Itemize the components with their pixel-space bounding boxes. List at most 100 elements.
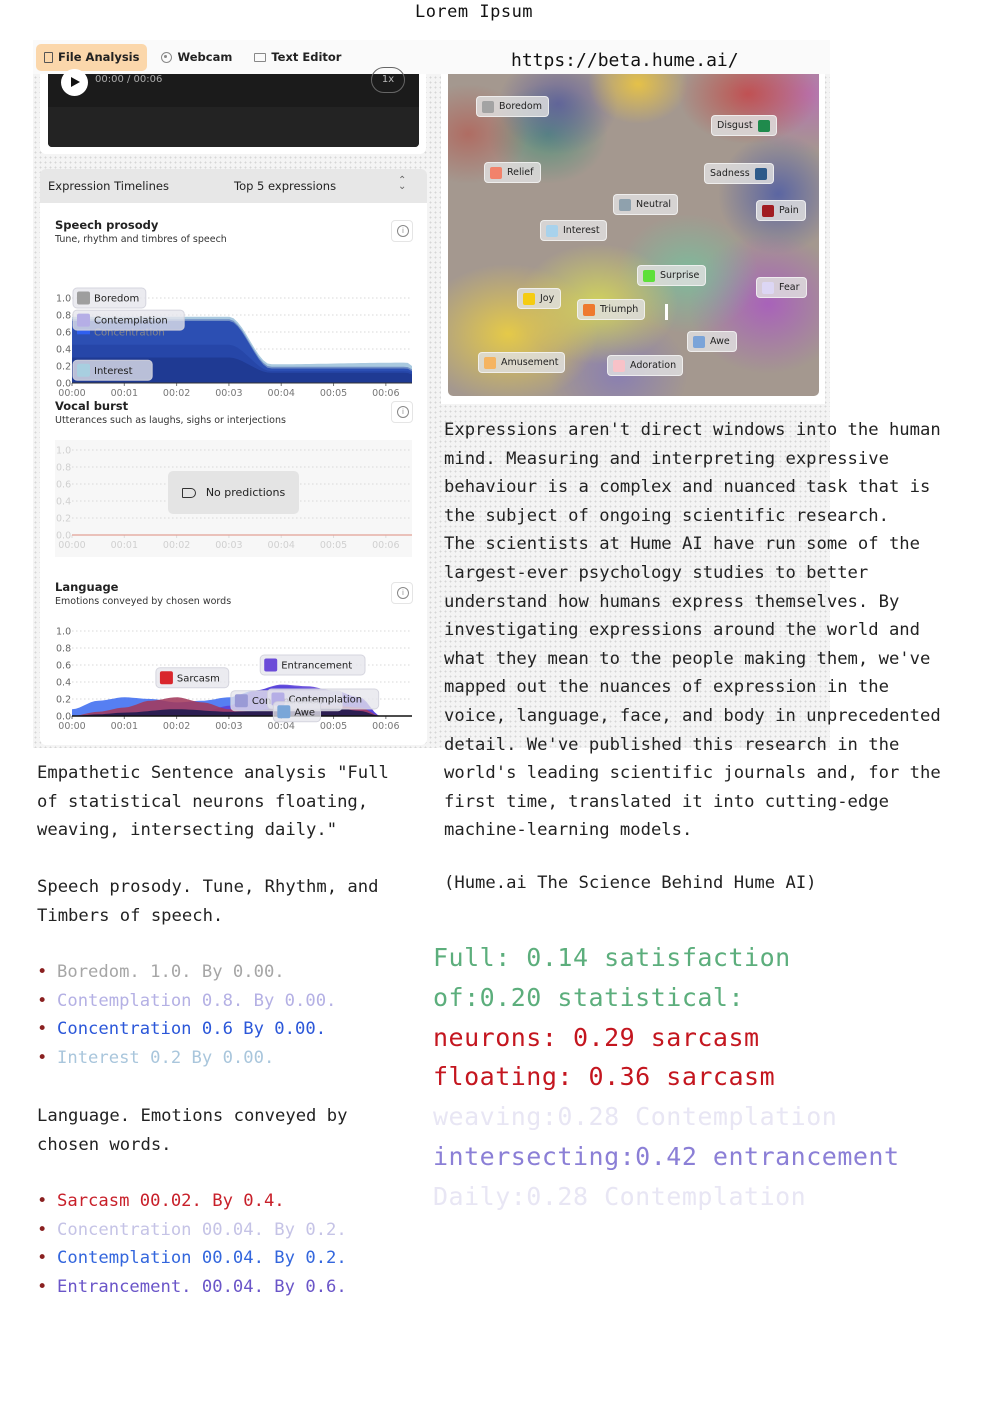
chip-label: Disgust <box>717 120 753 131</box>
timelines-header: Expression Timelines Top 5 expressions ⌃… <box>40 169 427 203</box>
tab-label: Text Editor <box>271 50 342 64</box>
chip-label: Relief <box>507 167 534 178</box>
emotion-chip-joy[interactable]: Joy <box>517 288 562 309</box>
section-title: Language <box>55 580 119 594</box>
legend-contemplation[interactable]: Contemplation <box>72 309 185 331</box>
x-tick-label: 00:02 <box>163 721 190 732</box>
word-score-line: of:0.20 statistical: <box>433 982 745 1012</box>
chip-label: Amusement <box>501 357 559 368</box>
color-swatch <box>523 292 535 305</box>
speech-heading: Speech prosody. Tune, Rhythm, and Timber… <box>37 877 379 926</box>
color-swatch <box>693 335 705 348</box>
language-item: Contemplation 00.04. By 0.2. <box>37 1244 347 1273</box>
legend-swatch <box>234 694 248 708</box>
legend-label: Contemplation <box>94 316 168 327</box>
chip-label: Neutral <box>636 199 672 210</box>
tab-webcam[interactable]: Webcam <box>153 44 240 71</box>
speech-item: Interest 0.2 By 0.00. <box>37 1044 336 1073</box>
emotion-chip-interest[interactable]: Interest <box>540 220 607 241</box>
page-title: Lorem Ipsum <box>414 2 534 22</box>
tab-file-analysis[interactable]: File Analysis <box>36 43 148 71</box>
y-tick-label: 1.0 <box>56 627 71 638</box>
tab-label: Webcam <box>177 50 233 64</box>
info-icon[interactable] <box>391 582 413 604</box>
word-score-line: Daily:0.28 Contemplation <box>433 1181 807 1211</box>
legend-boredom[interactable]: Boredom <box>72 287 147 309</box>
word-score-line: weaving:0.28 Contemplation <box>433 1102 838 1132</box>
emotion-chip-relief[interactable]: Relief <box>484 162 541 183</box>
play-button[interactable] <box>61 69 88 96</box>
info-icon[interactable] <box>391 401 413 423</box>
color-swatch <box>757 119 770 132</box>
emotion-chip-pain[interactable]: Pain <box>756 200 806 221</box>
color-swatch <box>754 167 767 180</box>
section-subtitle: Tune, rhythm and timbres of speech <box>55 234 227 245</box>
emotion-chip-adoration[interactable]: Adoration <box>607 355 684 376</box>
y-tick-label: 0.6 <box>56 661 71 672</box>
tab-text-editor[interactable]: Text Editor <box>246 44 349 71</box>
x-tick-label: 00:00 <box>58 540 85 551</box>
emotion-chip-sadness[interactable]: Sadness <box>704 163 774 184</box>
timelines-title: Expression Timelines <box>48 179 169 193</box>
x-tick-label: 00:06 <box>372 540 399 551</box>
speech-item: Contemplation 0.8. By 0.00. <box>37 987 336 1016</box>
legend-interest[interactable]: Interest <box>72 359 153 381</box>
legend-sarcasm[interactable]: Sarcasm <box>155 667 230 689</box>
language-heading: Language. Emotions conveyed by chosen wo… <box>37 1106 348 1155</box>
legend-awe[interactable]: Awe <box>272 701 322 723</box>
word-score-line: Full: 0.14 satisfaction <box>433 943 791 972</box>
chip-label: Boredom <box>499 101 542 112</box>
emotion-chip-boredom[interactable]: Boredom <box>476 96 549 117</box>
legend-label: Boredom <box>94 294 139 305</box>
tab-label: File Analysis <box>58 50 140 64</box>
chip-label: Surprise <box>660 270 700 281</box>
section-title: Speech prosody <box>55 218 159 232</box>
language-items-list: Sarcasm 00.02. By 0.4.Concentration 00.0… <box>37 1187 347 1301</box>
y-tick-label: 0.8 <box>56 644 71 655</box>
expression-timelines-panel: Expression Timelines Top 5 expressions ⌃… <box>40 169 427 745</box>
chevron-updown-icon[interactable]: ⌃ ⌄ <box>398 176 406 192</box>
y-tick-label: 0.8 <box>56 311 71 322</box>
emotion-chip-awe[interactable]: Awe <box>687 331 737 352</box>
info-icon[interactable] <box>391 220 413 242</box>
emotion-chip-triumph[interactable]: Triumph <box>577 299 646 320</box>
y-tick-label: 0.4 <box>56 678 71 689</box>
word-scores: Full: 0.14 satisfaction of:0.20 statistic… <box>433 938 900 1217</box>
chip-label: Fear <box>779 282 800 293</box>
x-tick-label: 00:04 <box>268 721 295 732</box>
legend-swatch <box>77 291 90 305</box>
chip-label: Adoration <box>630 360 677 371</box>
section-subtitle: Emotions conveyed by chosen words <box>55 596 232 607</box>
legend-label: Awe <box>294 707 315 718</box>
legend-swatch <box>277 705 291 719</box>
chip-label: Sadness <box>710 168 750 179</box>
x-tick-label: 00:01 <box>111 721 138 732</box>
playback-speed-button[interactable]: 1x <box>371 67 405 93</box>
speech-item: Boredom. 1.0. By 0.00. <box>37 958 336 987</box>
emotion-chip-fear[interactable]: Fear <box>756 277 807 298</box>
legend-swatch <box>77 313 90 327</box>
y-tick-label: 0.2 <box>56 362 71 373</box>
speech-prosody-chart: 0.00.20.40.60.81.000:00 00:01 00:02 00:03 00… <box>56 287 412 399</box>
url-caption: https://beta.hume.ai/ <box>509 50 741 71</box>
section-subtitle: Utterances such as laughs, sighs or inte… <box>55 415 286 426</box>
legend-label: Sarcasm <box>177 673 220 684</box>
x-tick-label: 00:03 <box>215 540 242 551</box>
chip-label: Awe <box>710 336 730 347</box>
chip-label: Interest <box>563 225 600 236</box>
webcam-icon <box>161 51 173 63</box>
emotion-chip-amusement[interactable]: Amusement <box>478 352 566 373</box>
expressions-selector[interactable]: Top 5 expressions <box>234 179 336 193</box>
color-swatch <box>643 269 655 282</box>
emotion-chip-neutral[interactable]: Neutral <box>613 194 679 215</box>
legend-swatch <box>264 658 278 672</box>
legend-entrancement[interactable]: Entrancement <box>259 654 366 676</box>
playback-time: 00:00 / 00:06 <box>95 74 163 85</box>
chip-label: Triumph <box>600 304 639 315</box>
emotion-chip-disgust[interactable]: Disgust <box>711 115 777 136</box>
language-section: Language Emotions conveyed by chosen wor… <box>40 565 427 745</box>
waveform-area[interactable] <box>48 107 419 147</box>
emotion-chip-surprise[interactable]: Surprise <box>637 265 707 286</box>
y-tick-label: 0.4 <box>56 345 71 356</box>
color-swatch <box>484 356 496 369</box>
